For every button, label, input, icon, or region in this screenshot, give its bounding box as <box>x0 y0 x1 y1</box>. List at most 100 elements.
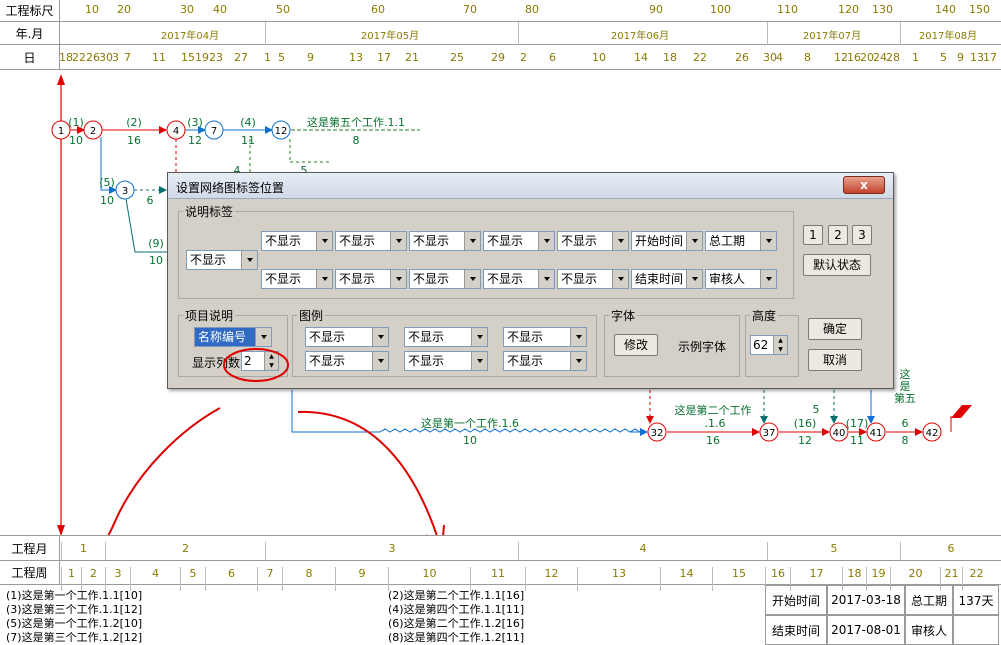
label-position-combo[interactable]: 不显示 <box>503 327 587 347</box>
day-tick: 14 <box>634 51 648 64</box>
label-position-combo[interactable]: 不显示 <box>483 269 555 289</box>
label-position-combo[interactable]: 不显示 <box>409 269 481 289</box>
item-desc-select[interactable]: 名称编号 <box>194 327 272 347</box>
day-tick: 4 <box>776 51 783 64</box>
chevron-down-icon[interactable] <box>760 232 776 250</box>
label-position-combo[interactable]: 不显示 <box>305 351 389 371</box>
chevron-down-icon[interactable] <box>686 270 702 288</box>
activity-name: 第五 <box>894 391 916 405</box>
label-position-combo[interactable]: 不显示 <box>404 327 488 347</box>
activity-legend-item: (7)这是第三个工作.1.2[12] <box>6 631 143 644</box>
chevron-down-icon[interactable] <box>390 232 406 250</box>
chevron-down-icon[interactable] <box>316 232 332 250</box>
day-tick: 18 <box>663 51 677 64</box>
item-desc-legend: 项目说明 <box>185 309 234 323</box>
scale-tick: 60 <box>371 3 385 16</box>
svg-text:42: 42 <box>926 428 939 439</box>
activity-name: 这是第二个工作 <box>675 403 752 417</box>
chevron-down-icon[interactable] <box>612 232 628 250</box>
label-position-combo[interactable]: 不显示 <box>557 269 629 289</box>
day-tick: 22 <box>72 51 86 64</box>
label-position-combo[interactable]: 不显示 <box>557 231 629 251</box>
duration-value: 137天 <box>953 585 999 615</box>
dialog-title: 设置网络图标签位置 <box>176 181 285 195</box>
label-position-combo[interactable]: 总工期 <box>705 231 777 251</box>
spin-up-icon[interactable]: ▲ <box>773 336 787 345</box>
close-button[interactable]: x <box>843 176 885 194</box>
day-tick: 22 <box>693 51 707 64</box>
scale-tick: 20 <box>117 3 131 16</box>
node-37: 37 <box>759 422 779 442</box>
chevron-down-icon[interactable] <box>471 352 487 370</box>
label-position-combo[interactable]: 开始时间 <box>631 231 703 251</box>
label-position-combo[interactable]: 结束时间 <box>631 269 703 289</box>
project-month-row: 工程月 123456 <box>0 535 1001 566</box>
chevron-down-icon[interactable] <box>471 328 487 346</box>
label-position-combo[interactable]: 不显示 <box>335 269 407 289</box>
label-position-combo[interactable]: 不显示 <box>483 231 555 251</box>
day-tick: 15 <box>181 51 195 64</box>
label-position-combo[interactable]: 不显示 <box>305 327 389 347</box>
default-state-button[interactable]: 默认状态 <box>803 254 871 276</box>
day-tick: 30 <box>99 51 113 64</box>
chevron-down-icon[interactable] <box>316 270 332 288</box>
chevron-down-icon[interactable] <box>464 270 480 288</box>
label-position-combo[interactable]: 不显示 <box>503 351 587 371</box>
day-tick: 2 <box>520 51 527 64</box>
duration-label: 5 <box>813 403 820 416</box>
day-tick: 10 <box>592 51 606 64</box>
scale-label: 工程标尺 <box>0 0 60 21</box>
activity-name: 这是第五个工作.1.1 <box>307 115 405 129</box>
ok-button[interactable]: 确定 <box>808 318 862 340</box>
day-tick: 16 <box>847 51 861 64</box>
spin-down-icon[interactable]: ▼ <box>773 345 787 354</box>
layout-2-button[interactable]: 2 <box>828 225 848 245</box>
day-tick: 19 <box>195 51 209 64</box>
duration-label: 16 <box>706 434 720 447</box>
chevron-down-icon[interactable] <box>760 270 776 288</box>
font-modify-button[interactable]: 修改 <box>614 334 658 356</box>
reviewer-label: 审核人 <box>905 615 953 645</box>
activity-name: .1.6 <box>705 417 726 430</box>
chevron-down-icon[interactable] <box>464 232 480 250</box>
month-jun: 2017年06月 <box>610 31 670 42</box>
chevron-down-icon[interactable] <box>570 352 586 370</box>
chevron-down-icon[interactable] <box>538 270 554 288</box>
scale-tick: 100 <box>710 3 731 16</box>
label-position-combo[interactable]: 不显示 <box>335 231 407 251</box>
chevron-down-icon[interactable] <box>686 232 702 250</box>
project-week-row: 工程周 1 2 3 4 5 6 7 8 9 10 11 12 13 14 15 16 17 18 19 20 21 22 <box>0 560 1001 591</box>
activity-legend-item: (8)这是第四个工作.1.2[11] <box>388 631 525 644</box>
left-label-combo[interactable]: 不显示 <box>186 250 258 270</box>
chevron-down-icon[interactable] <box>570 328 586 346</box>
project-week-label: 工程周 <box>0 561 60 584</box>
chevron-down-icon[interactable] <box>372 352 388 370</box>
svg-text:4: 4 <box>173 126 179 137</box>
label-position-combo[interactable]: 审核人 <box>705 269 777 289</box>
label-position-combo[interactable]: 不显示 <box>261 269 333 289</box>
day-tick: 27 <box>234 51 248 64</box>
svg-text:32: 32 <box>651 428 664 439</box>
chevron-down-icon[interactable] <box>390 270 406 288</box>
layout-1-button[interactable]: 1 <box>803 225 823 245</box>
chevron-down-icon[interactable] <box>538 232 554 250</box>
dialog-titlebar[interactable]: 设置网络图标签位置 x <box>168 173 893 199</box>
chevron-down-icon[interactable] <box>612 270 628 288</box>
duration-label: 10 <box>69 134 83 147</box>
end-time-label: 结束时间 <box>765 615 827 645</box>
label-position-combo[interactable]: 不显示 <box>404 351 488 371</box>
activity-name: 这是第一个工作.1.6 <box>421 416 519 430</box>
day-tick: 5 <box>940 51 947 64</box>
label-position-combo[interactable]: 不显示 <box>261 231 333 251</box>
node-41: 41 <box>866 422 886 442</box>
day-tick: 26 <box>86 51 100 64</box>
layout-3-button[interactable]: 3 <box>852 225 872 245</box>
start-time-value: 2017-03-18 <box>827 585 905 615</box>
label-position-combo[interactable]: 不显示 <box>409 231 481 251</box>
chevron-down-icon[interactable] <box>372 328 388 346</box>
cancel-button[interactable]: 取消 <box>808 349 862 371</box>
font-sample: 示例字体 <box>678 340 727 354</box>
height-spinner[interactable]: 62 ▲ ▼ <box>750 335 788 355</box>
scale-tick: 150 <box>969 3 990 16</box>
scale-tick: 110 <box>777 3 798 16</box>
